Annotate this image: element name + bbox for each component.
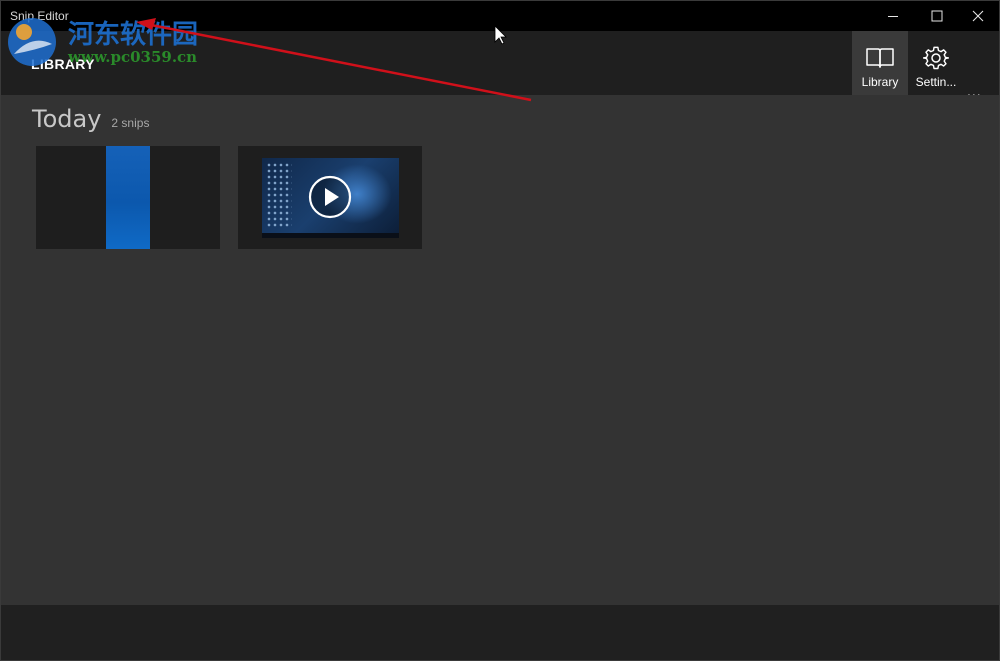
close-button[interactable] [956,1,999,31]
snip-tile-image[interactable] [36,146,220,249]
book-icon [865,45,895,71]
title-bar[interactable]: Snip Editor [1,1,999,31]
maximize-icon [931,10,943,22]
nav-library-label: Library [861,75,899,89]
library-content: Today 2 snips [1,95,999,605]
app-title: Snip Editor [10,9,69,23]
group-title: Today [32,105,102,133]
desktop-taskbar [262,233,399,238]
minimize-button[interactable] [871,1,915,31]
group-header: Today 2 snips [32,105,149,133]
nav-library-button[interactable]: Library [852,31,908,95]
nav-settings-label: Settin... [915,75,957,89]
minimize-icon [888,16,898,17]
page-title: LIBRARY [31,56,95,72]
snip-editor-window: Snip Editor LIBRARY Library Settin... ..… [0,0,1000,661]
nav-settings-button[interactable]: Settin... [910,31,962,95]
image-thumbnail [106,146,150,249]
app-header: LIBRARY Library Settin... ... [1,31,999,99]
close-icon [972,10,984,22]
bottom-app-bar [1,605,999,660]
maximize-button[interactable] [915,1,959,31]
play-icon[interactable] [308,175,352,219]
group-count: 2 snips [111,116,150,130]
desktop-icons [266,162,292,228]
gear-icon [923,45,949,71]
snip-tile-video[interactable] [238,146,422,249]
